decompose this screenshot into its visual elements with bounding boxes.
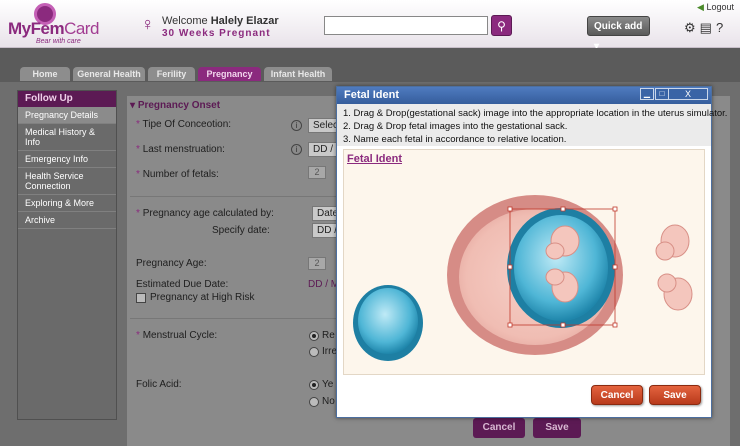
tab-general-health[interactable]: General Health <box>73 67 145 81</box>
conception-select[interactable]: Selec <box>308 118 338 133</box>
logo-text: MyFemCard <box>8 19 99 38</box>
instructions: 1. Drag & Drop(gestational sack) image i… <box>337 104 728 146</box>
search-input[interactable] <box>324 16 488 35</box>
fetal-ident-modal: Fetal Ident ▁ □ X 1. Drag & Drop(gestati… <box>336 86 728 418</box>
quick-add-button[interactable]: Quick add ▾ <box>587 16 650 52</box>
sidebar: Follow Up Pregnancy Details Medical Hist… <box>17 90 117 420</box>
preg-age-calc-label: * Pregnancy age calculated by: <box>136 208 274 219</box>
preg-age-calc-select[interactable]: Date <box>312 206 338 221</box>
help-icon[interactable]: ? <box>716 20 727 35</box>
conception-label: * Tipe Of Conceotion: <box>136 119 232 130</box>
preg-age-label: Pregnancy Age: <box>136 258 207 269</box>
header-icons: ⚙▤? <box>684 20 727 36</box>
fetus-draggable-1 <box>655 224 690 261</box>
folic-no-radio[interactable] <box>309 397 319 407</box>
divider <box>130 318 350 319</box>
menstrual-irregular-radio[interactable] <box>309 347 319 357</box>
tab-infant-health[interactable]: Infant Health <box>264 67 332 81</box>
sidebar-item-emergency-info[interactable]: Emergency Info <box>18 151 116 168</box>
logo[interactable]: MyFemCard Bear with care <box>6 3 101 45</box>
folic-yes-label: Ye <box>322 379 334 390</box>
high-risk-checkbox[interactable] <box>136 293 146 303</box>
tab-pregnancy[interactable]: Pregnancy <box>198 67 261 81</box>
info-icon[interactable]: i <box>291 120 302 131</box>
fetal-ident-link[interactable]: Fetal Ident <box>347 153 402 165</box>
section-title: ▾ Pregnancy Onset <box>130 100 221 111</box>
menstrual-irregular-label: Irre <box>322 346 337 357</box>
menstrual-regular-label: Re <box>322 330 335 341</box>
menstrual-cycle-label: * Menstrual Cycle: <box>136 330 218 341</box>
sidebar-heading: Follow Up <box>18 91 116 107</box>
arrow-left-icon: ◀ <box>697 2 704 12</box>
fetus-draggable-2 <box>657 273 693 311</box>
sidebar-item-medical-history[interactable]: Medical History & Info <box>18 124 116 151</box>
user-name: Halely Elazar <box>210 15 279 27</box>
minimize-icon[interactable]: ▁ <box>640 88 654 100</box>
simulator-canvas <box>343 149 705 375</box>
info-icon[interactable]: i <box>291 144 302 155</box>
sidebar-item-pregnancy-details[interactable]: Pregnancy Details <box>18 107 116 124</box>
welcome-text: Welcome Halely Elazar <box>162 15 279 27</box>
pregnancy-status: 30 Weeks Pregnant <box>162 28 271 39</box>
folic-yes-radio[interactable] <box>309 380 319 390</box>
sidebar-item-archive[interactable]: Archive <box>18 212 116 229</box>
menstrual-regular-radio[interactable] <box>309 331 319 341</box>
search-button[interactable]: ⚲ <box>491 15 512 36</box>
form-save-button[interactable]: Save <box>533 418 581 438</box>
maximize-icon[interactable]: □ <box>655 88 669 100</box>
logout-link[interactable]: ◀ Logout <box>697 2 734 13</box>
specify-date-label: Specify date: <box>212 225 270 236</box>
tab-ferility[interactable]: Ferility <box>148 67 195 81</box>
gear-icon[interactable]: ⚙ <box>684 20 700 35</box>
sidebar-item-exploring[interactable]: Exploring & More <box>18 195 116 212</box>
modal-save-button[interactable]: Save <box>649 385 701 405</box>
folic-no-label: No <box>322 396 335 407</box>
close-icon[interactable]: X <box>668 88 708 100</box>
modal-cancel-button[interactable]: Cancel <box>591 385 643 405</box>
num-fetals-label: * Number of fetals: <box>136 169 219 180</box>
last-menstruation-field[interactable]: DD / <box>308 142 338 157</box>
due-date-value: DD / M <box>308 279 340 290</box>
pregnant-woman-icon: ♀ <box>141 14 155 34</box>
last-menstruation-label: * Last menstruation: <box>136 144 225 155</box>
specify-date-field[interactable]: DD / <box>312 223 338 238</box>
divider <box>130 196 350 197</box>
instruction-1: 1. Drag & Drop(gestational sack) image i… <box>343 108 728 119</box>
search-icon: ⚲ <box>497 19 506 33</box>
instruction-3: 3. Name each fetal in accordance to rela… <box>343 134 567 145</box>
due-date-label: Estimated Due Date: <box>136 279 229 290</box>
high-risk-label: Pregnancy at High Risk <box>150 292 255 303</box>
triangle-down-icon: ▾ <box>130 100 136 111</box>
app-header: MyFemCard Bear with care ♀ Welcome Halel… <box>0 0 740 52</box>
preg-age-stepper[interactable]: 2 <box>308 257 326 270</box>
tab-home[interactable]: Home <box>20 67 70 81</box>
folic-acid-label: Folic Acid: <box>136 379 182 390</box>
instruction-2: 2. Drag & Drop fetal images into the ges… <box>343 121 568 132</box>
simulator-svg <box>353 195 693 361</box>
form-cancel-button[interactable]: Cancel <box>473 418 525 438</box>
logo-tagline: Bear with care <box>36 38 81 45</box>
num-fetals-stepper[interactable]: 2 <box>308 166 326 179</box>
document-icon[interactable]: ▤ <box>700 20 716 35</box>
sidebar-item-health-service[interactable]: Health Service Connection <box>18 168 116 195</box>
